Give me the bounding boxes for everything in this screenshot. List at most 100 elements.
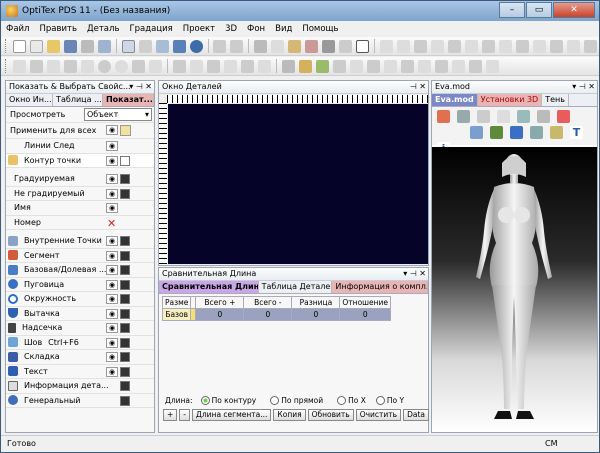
arrow-up-icon[interactable]: [379, 39, 393, 53]
pleat-tool-icon[interactable]: [81, 59, 94, 73]
checkbox[interactable]: [120, 236, 130, 246]
stitch-icon[interactable]: [510, 126, 523, 139]
help-icon[interactable]: [356, 39, 370, 53]
tool-d-icon[interactable]: [583, 39, 597, 53]
panel-pin-close-icon[interactable]: ▾ ⊣ ✕: [572, 81, 595, 93]
checkbox[interactable]: [120, 366, 130, 377]
marker-icon[interactable]: [316, 59, 329, 73]
point-tool-icon[interactable]: [13, 59, 26, 73]
layers-icon[interactable]: [138, 39, 152, 53]
flip-icon[interactable]: [481, 39, 495, 53]
eye-icon[interactable]: ◉: [106, 174, 118, 184]
apply-all-copy-icon[interactable]: [120, 125, 131, 136]
text-tool-icon[interactable]: [132, 59, 145, 73]
tool-a-icon[interactable]: [532, 39, 546, 53]
curve-tool-icon[interactable]: [47, 59, 60, 73]
bottle-icon[interactable]: [299, 59, 312, 73]
panel-pin-close-icon[interactable]: ▾ ⊣ ✕: [403, 268, 426, 280]
checkbox[interactable]: [120, 352, 130, 362]
shape-icon[interactable]: [384, 59, 397, 73]
seam-tool-icon[interactable]: [173, 59, 186, 73]
fold-icon[interactable]: [367, 59, 380, 73]
tab-3d-settings[interactable]: Установки 3D: [477, 94, 543, 106]
tool-c-icon[interactable]: [566, 39, 580, 53]
apply-all-eye-icon[interactable]: ◉: [106, 125, 118, 135]
save-icon[interactable]: [63, 39, 77, 53]
label-icon[interactable]: [435, 59, 448, 73]
close-button[interactable]: ✕: [553, 2, 595, 18]
detail-canvas[interactable]: [168, 104, 428, 264]
remove-button[interactable]: -: [179, 409, 191, 421]
disabled-x-icon[interactable]: ✕: [107, 217, 116, 230]
checkbox[interactable]: [120, 250, 130, 261]
tool-b-icon[interactable]: [549, 39, 563, 53]
zoom-icon[interactable]: [189, 39, 203, 53]
text-3d-icon[interactable]: T: [570, 126, 583, 139]
add-button[interactable]: +: [163, 409, 178, 421]
eye-icon[interactable]: ◉: [106, 141, 118, 151]
menu-help[interactable]: Помощь: [297, 24, 343, 34]
extra-b-icon[interactable]: [486, 59, 499, 73]
view-icon[interactable]: [452, 59, 465, 73]
button-tool-icon[interactable]: [115, 59, 128, 73]
eye-icon[interactable]: ◉: [106, 337, 118, 348]
tab-shadow[interactable]: Тень: [542, 94, 569, 106]
offset-icon[interactable]: [401, 59, 414, 73]
split-tool-icon[interactable]: [224, 59, 237, 73]
fabric-icon[interactable]: [517, 110, 530, 123]
paste-icon[interactable]: [288, 39, 302, 53]
grade-tool-icon[interactable]: [190, 59, 203, 73]
align-icon[interactable]: [498, 39, 512, 53]
menu-piece[interactable]: Деталь: [82, 24, 124, 34]
checkbox[interactable]: [120, 381, 130, 391]
arrow-down-icon[interactable]: [396, 39, 410, 53]
eye-icon[interactable]: ◉: [106, 366, 118, 377]
eye-icon[interactable]: ◉: [106, 308, 118, 319]
camera-icon[interactable]: [457, 110, 470, 123]
tab-eva-mod[interactable]: Eva.mod: [432, 94, 478, 106]
tab-set-info[interactable]: Информация о компл...: [332, 281, 428, 293]
maximize-button[interactable]: ▭: [526, 2, 552, 18]
settings-icon[interactable]: [155, 39, 169, 53]
radio[interactable]: [270, 395, 280, 405]
menu-3d[interactable]: 3D: [220, 24, 242, 34]
checkbox[interactable]: [120, 337, 130, 348]
redo-icon[interactable]: [230, 39, 244, 53]
pattern-icon[interactable]: [322, 39, 336, 53]
arrows-icon[interactable]: [490, 126, 503, 139]
rotate-icon[interactable]: [464, 39, 478, 53]
eye-icon[interactable]: ◉: [106, 323, 118, 333]
table-row[interactable]: Базов 0 0 0 0: [161, 308, 392, 321]
tab-piece-table[interactable]: Таблица Деталей: [259, 281, 333, 293]
menu-edit[interactable]: Править: [34, 24, 82, 34]
pointer-icon[interactable]: [12, 39, 26, 53]
menu-background[interactable]: Фон: [242, 24, 270, 34]
check-icon[interactable]: [418, 59, 431, 73]
draw-icon[interactable]: [333, 59, 346, 73]
open-folder-icon[interactable]: [46, 39, 60, 53]
checkbox[interactable]: [120, 308, 130, 319]
eye-icon[interactable]: ◉: [106, 294, 118, 304]
panel-pin-close-icon[interactable]: ▾ ⊣ ✕: [129, 81, 152, 93]
measure-3d-icon[interactable]: [530, 126, 543, 139]
panel-pin-close-icon[interactable]: ⊣ ✕: [410, 81, 426, 93]
join-tool-icon[interactable]: [241, 59, 254, 73]
ruler-icon[interactable]: [350, 59, 363, 73]
checkbox[interactable]: [120, 265, 130, 275]
print-icon[interactable]: [80, 39, 94, 53]
dart-tool-icon[interactable]: [64, 59, 77, 73]
grid-icon[interactable]: [339, 39, 353, 53]
eye-icon[interactable]: [430, 39, 444, 53]
radio-selected[interactable]: [200, 395, 210, 405]
piece-icon[interactable]: [121, 39, 135, 53]
checkbox[interactable]: [120, 188, 130, 199]
eye-icon[interactable]: ◉: [106, 279, 118, 290]
eye-icon[interactable]: ◉: [106, 188, 118, 199]
simulate-icon[interactable]: [437, 110, 450, 123]
eye-icon[interactable]: ◉: [106, 155, 118, 166]
tab-compare-length[interactable]: Сравнительная Длина: [159, 281, 259, 293]
refresh-button[interactable]: Обновить: [307, 409, 354, 421]
tab-info-window[interactable]: Окно Ин...: [6, 94, 54, 106]
copy-icon[interactable]: [271, 39, 285, 53]
clear-button[interactable]: Очистить: [355, 409, 402, 421]
